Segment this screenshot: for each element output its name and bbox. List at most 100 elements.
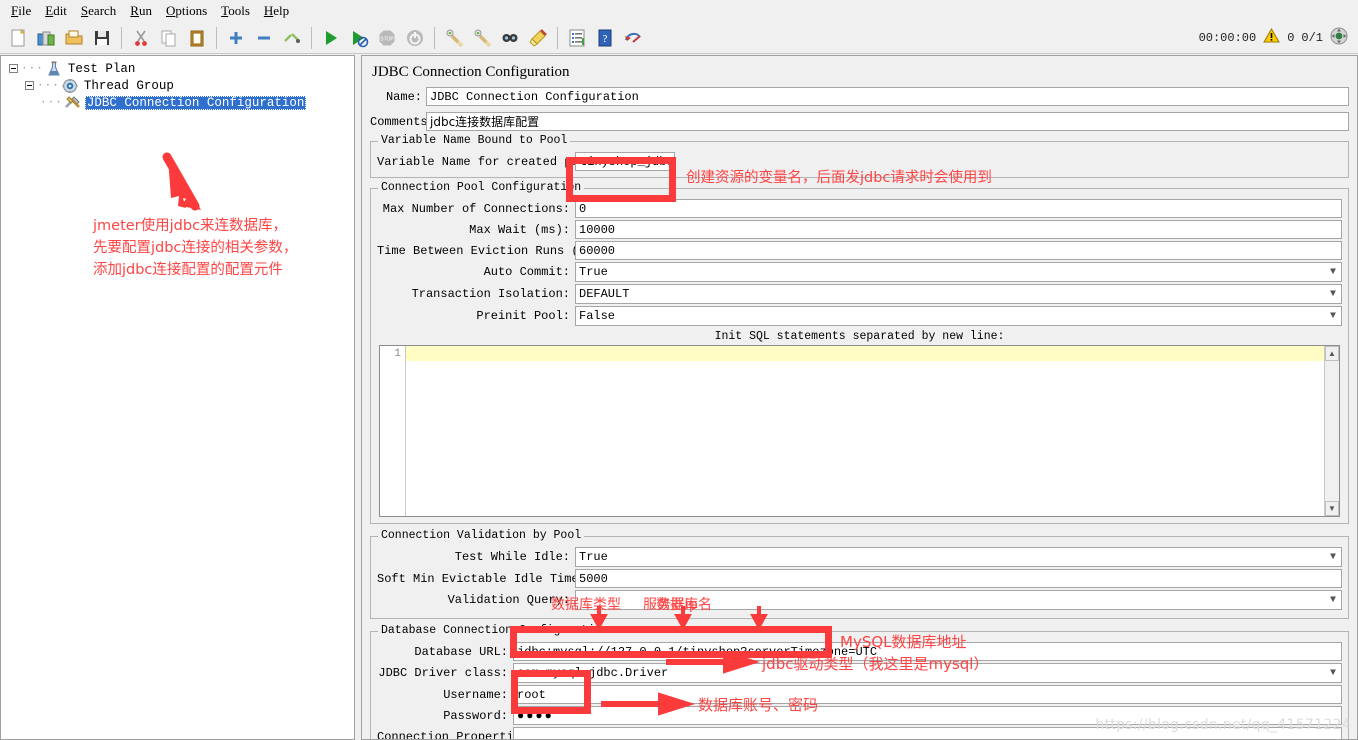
connection-properties-label: Connection Properties:: [377, 729, 536, 740]
svg-text:STOP: STOP: [380, 36, 394, 42]
start-no-pauses-icon[interactable]: [346, 25, 372, 51]
comments-row: Comments: jdbc连接数据库配置: [362, 112, 1357, 131]
database-group-title: Database Connection Configuration: [378, 624, 612, 637]
menu-options[interactable]: Options: [159, 1, 214, 21]
jdbc-driver-class-row: JDBC Driver class: com.mysql.jdbc.Driver…: [377, 663, 1342, 683]
connection-validation-group: Connection Validation by Pool Test While…: [370, 529, 1349, 619]
save-icon[interactable]: [89, 25, 115, 51]
toolbar-separator: [121, 26, 122, 49]
eviction-runs-label: Time Between Eviction Runs (ms):: [377, 243, 608, 258]
validation-query-select[interactable]: ▼: [575, 590, 1342, 610]
init-sql-active-line: [406, 346, 1324, 361]
tree-connector: ···: [37, 79, 60, 92]
max-connections-row: Max Number of Connections: 0: [377, 199, 1342, 218]
menu-run[interactable]: Run: [123, 1, 159, 21]
variable-name-group: Variable Name Bound to Pool Variable Nam…: [370, 134, 1349, 178]
password-input[interactable]: ●●●●: [513, 706, 1342, 725]
stop-icon[interactable]: STOP: [374, 25, 400, 51]
copy-icon[interactable]: [156, 25, 182, 51]
connection-properties-row: Connection Properties:: [377, 727, 1342, 740]
database-connection-group: Database Connection Configuration Databa…: [370, 624, 1349, 740]
collapse-icon[interactable]: [251, 25, 277, 51]
pool-group-title: Connection Pool Configuration: [378, 181, 585, 194]
start-icon[interactable]: [318, 25, 344, 51]
paste-icon[interactable]: [184, 25, 210, 51]
eviction-runs-input[interactable]: 60000: [575, 241, 1342, 260]
tree-annotation-arrow: [162, 152, 201, 211]
expand-icon[interactable]: [223, 25, 249, 51]
max-connections-input[interactable]: 0: [575, 199, 1342, 218]
tree-node-thread-group[interactable]: ··· Thread Group: [7, 77, 354, 94]
password-row: Password: ●●●●: [377, 706, 1342, 725]
chevron-down-icon: ▼: [1329, 667, 1336, 679]
menu-bar: File Edit Search Run Options Tools Help: [0, 0, 1358, 22]
init-sql-gutter: 1: [380, 346, 406, 516]
remote-status-icon[interactable]: [1330, 27, 1348, 49]
chevron-down-icon: ▼: [1329, 310, 1336, 322]
test-while-idle-label: Test While Idle:: [454, 550, 570, 564]
open-icon[interactable]: [61, 25, 87, 51]
init-sql-editor[interactable]: 1 ▲ ▼: [379, 345, 1340, 517]
cut-icon[interactable]: [128, 25, 154, 51]
preinit-pool-value: False: [579, 309, 616, 323]
menu-edit[interactable]: Edit: [38, 1, 74, 21]
search-icon[interactable]: [497, 25, 523, 51]
preinit-pool-label: Preinit Pool:: [476, 309, 570, 323]
database-url-input[interactable]: jdbc:mysql://127.0.0.1/tinyshop?serverTi…: [513, 642, 1342, 661]
username-input[interactable]: root: [513, 685, 1342, 704]
scroll-up-icon[interactable]: ▲: [1325, 346, 1339, 361]
tree-node-jdbc-connection-configuration[interactable]: ··· JDBC Connection Configuration: [7, 94, 354, 111]
clear-icon[interactable]: [441, 25, 467, 51]
tree-connector: ···: [40, 96, 63, 109]
help-icon[interactable]: ?: [592, 25, 618, 51]
test-while-idle-select[interactable]: True ▼: [575, 547, 1342, 567]
tree-connector: ···: [21, 62, 44, 75]
variable-name-input[interactable]: tinyshop_jdbc: [575, 152, 675, 171]
thread-group-expand-toggle[interactable]: [23, 81, 36, 90]
connection-pool-group: Connection Pool Configuration Max Number…: [370, 181, 1349, 524]
init-sql-scrollbar[interactable]: ▲ ▼: [1324, 346, 1339, 516]
tree-node-label: Test Plan: [67, 61, 136, 76]
templates-icon[interactable]: [33, 25, 59, 51]
menu-help[interactable]: Help: [257, 1, 296, 21]
menu-file[interactable]: File: [4, 1, 38, 21]
test-while-idle-value: True: [579, 550, 608, 564]
max-wait-input[interactable]: 10000: [575, 220, 1342, 239]
variable-name-label: Variable Name for created pool: [377, 154, 594, 169]
max-connections-label: Max Number of Connections:: [382, 201, 570, 216]
connection-properties-input[interactable]: [513, 727, 1342, 739]
soft-min-evictable-input[interactable]: 5000: [575, 569, 1342, 588]
username-label: Username:: [443, 687, 508, 702]
menu-search[interactable]: Search: [74, 1, 123, 21]
scroll-down-icon[interactable]: ▼: [1325, 501, 1339, 516]
menu-tools[interactable]: Tools: [214, 1, 257, 21]
tree-node-test-plan[interactable]: ··· Test Plan: [7, 60, 354, 77]
chevron-down-icon: ▼: [1329, 266, 1336, 278]
password-label: Password:: [443, 708, 508, 723]
transaction-isolation-select[interactable]: DEFAULT ▼: [575, 284, 1342, 304]
new-icon[interactable]: [5, 25, 31, 51]
test-plan-expand-toggle[interactable]: [7, 64, 20, 73]
eviction-runs-row: Time Between Eviction Runs (ms): 60000: [377, 241, 1342, 260]
function-helper-icon[interactable]: [564, 25, 590, 51]
init-sql-textarea[interactable]: [406, 346, 1324, 516]
jdbc-driver-class-select[interactable]: com.mysql.jdbc.Driver ▼: [513, 663, 1342, 683]
shutdown-icon[interactable]: [402, 25, 428, 51]
soft-min-evictable-row: Soft Min Evictable Idle Time(ms): 5000: [377, 569, 1342, 588]
toolbar: STOP ? 00:00:00 0 0/1: [0, 22, 1358, 54]
jdbc-driver-class-value: com.mysql.jdbc.Driver: [517, 666, 669, 680]
warning-triangle-icon[interactable]: [1263, 27, 1281, 47]
search-reset-icon[interactable]: [525, 25, 551, 51]
auto-commit-select[interactable]: True ▼: [575, 262, 1342, 282]
thread-counter: 0/1: [1301, 30, 1323, 45]
soft-min-evictable-label: Soft Min Evictable Idle Time(ms):: [377, 571, 615, 586]
init-sql-line-number: 1: [394, 348, 401, 360]
toggle-icon[interactable]: [279, 25, 305, 51]
undo-icon[interactable]: [620, 25, 646, 51]
name-input[interactable]: JDBC Connection Configuration: [426, 87, 1349, 106]
svg-text:?: ?: [603, 33, 608, 45]
comments-input[interactable]: jdbc连接数据库配置: [426, 112, 1349, 131]
clear-all-icon[interactable]: [469, 25, 495, 51]
chevron-down-icon: ▼: [1329, 551, 1336, 563]
preinit-pool-select[interactable]: False ▼: [575, 306, 1342, 326]
